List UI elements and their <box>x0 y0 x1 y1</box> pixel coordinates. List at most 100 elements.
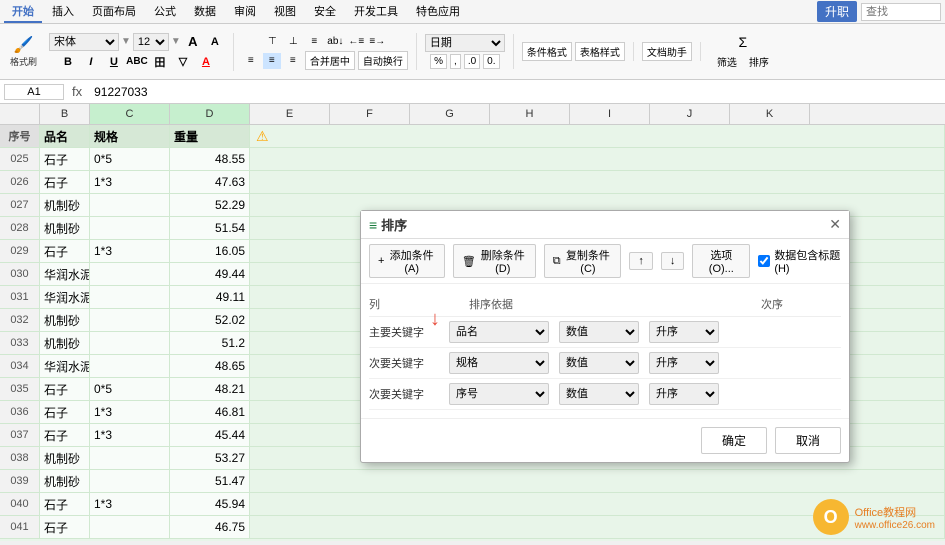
sum-btn[interactable]: Σ <box>713 33 773 51</box>
cell-c[interactable]: 1*3 <box>90 424 170 446</box>
cell-b[interactable]: 石子 <box>40 424 90 446</box>
cell-c[interactable] <box>90 447 170 469</box>
increase-font-btn[interactable]: A <box>183 33 203 51</box>
tab-review[interactable]: 审阅 <box>226 1 264 23</box>
upgrade-button[interactable]: 升职 <box>817 1 857 22</box>
up-btn[interactable]: ↑ <box>629 252 653 270</box>
cell-b[interactable]: 石子 <box>40 171 90 193</box>
add-condition-btn[interactable]: + 添加条件(A) <box>369 244 445 278</box>
cell-b[interactable]: 石子 <box>40 148 90 170</box>
merge-center-btn[interactable]: 合并居中 <box>305 51 355 70</box>
col-header-k[interactable]: K <box>730 104 810 124</box>
cell-b[interactable]: 华润水泥 <box>40 286 90 308</box>
pct-btn[interactable]: % <box>430 54 447 69</box>
cell-b[interactable]: 机制砂 <box>40 217 90 239</box>
header-checkbox[interactable] <box>758 255 770 267</box>
align-left-btn[interactable]: ≡ <box>242 53 260 69</box>
tab-view[interactable]: 视图 <box>266 1 304 23</box>
cond-format-btn[interactable]: 条件格式 <box>522 42 572 61</box>
comma-btn[interactable]: , <box>450 54 461 69</box>
cell-c[interactable] <box>90 286 170 308</box>
down-btn[interactable]: ↓ <box>661 252 685 270</box>
cell-c[interactable] <box>90 355 170 377</box>
align-right-btn[interactable]: ≡ <box>284 53 302 69</box>
sort-row-2-col-select[interactable]: 序号 <box>449 383 549 405</box>
format-brush-button[interactable]: 🖌️ 格式刷 <box>6 33 41 70</box>
col-header-e[interactable]: E <box>250 104 330 124</box>
search-input[interactable] <box>861 3 941 21</box>
cell-d[interactable]: 53.27 <box>170 447 250 469</box>
cell-d[interactable]: 49.11 <box>170 286 250 308</box>
cell-d[interactable]: 52.02 <box>170 309 250 331</box>
delete-condition-btn[interactable]: 🗑 删除条件(D) <box>453 244 536 278</box>
sort-dialog-close-btn[interactable]: ✕ <box>829 216 841 233</box>
font-size-select[interactable]: 12 <box>133 33 169 51</box>
italic-btn[interactable]: I <box>81 53 101 71</box>
col-header-b[interactable]: B <box>40 104 90 124</box>
cell-b[interactable]: 华润水泥 <box>40 355 90 377</box>
cell-c[interactable]: 1*3 <box>90 171 170 193</box>
tab-start[interactable]: 开始 <box>4 1 42 23</box>
options-btn[interactable]: 选项(O)... <box>692 244 750 278</box>
align-bottom-btn[interactable]: ≡ <box>305 33 323 49</box>
cell-d[interactable]: 51.2 <box>170 332 250 354</box>
sort-row-2-order-select[interactable]: 升序 <box>649 383 719 405</box>
cell-d[interactable]: 46.75 <box>170 516 250 538</box>
col-header-h[interactable]: H <box>490 104 570 124</box>
tab-page-layout[interactable]: 页面布局 <box>84 1 144 23</box>
col-header-j[interactable]: J <box>650 104 730 124</box>
indent-decrease-btn[interactable]: ←≡ <box>347 33 365 49</box>
cell-d[interactable]: 48.65 <box>170 355 250 377</box>
sort-row-0-basis-select[interactable]: 数值 <box>559 321 639 343</box>
cell-c[interactable]: 0*5 <box>90 378 170 400</box>
decrease-font-btn[interactable]: A <box>205 33 225 51</box>
cell-c[interactable] <box>90 470 170 492</box>
tab-security[interactable]: 安全 <box>306 1 344 23</box>
cell-c[interactable]: 1*3 <box>90 493 170 515</box>
cell-ref-input[interactable] <box>4 84 64 100</box>
cell-d[interactable]: 47.63 <box>170 171 250 193</box>
cell-b[interactable]: 石子 <box>40 516 90 538</box>
auto-wrap-btn[interactable]: 自动换行 <box>358 51 408 70</box>
sort-row-1-basis-select[interactable]: 数值 <box>559 352 639 374</box>
cell-d[interactable]: 16.05 <box>170 240 250 262</box>
cell-d[interactable]: 51.47 <box>170 470 250 492</box>
cell-d[interactable]: 48.55 <box>170 148 250 170</box>
font-name-select[interactable]: 宋体 <box>49 33 119 51</box>
text-assist-btn[interactable]: 文档助手 <box>642 42 692 61</box>
cell-d[interactable]: 51.54 <box>170 217 250 239</box>
cell-b[interactable]: 石子 <box>40 401 90 423</box>
indent-increase-btn[interactable]: ≡→ <box>368 33 386 49</box>
col-header-c[interactable]: C <box>90 104 170 124</box>
cell-d[interactable]: 46.81 <box>170 401 250 423</box>
cell-c[interactable]: 1*3 <box>90 401 170 423</box>
number-format-select[interactable]: 日期 <box>425 34 505 52</box>
sort-row-0-col-select[interactable]: 品名 <box>449 321 549 343</box>
cell-b[interactable]: 机制砂 <box>40 332 90 354</box>
align-top-btn[interactable]: ⊤ <box>263 33 281 49</box>
align-middle-btn[interactable]: ⊥ <box>284 33 302 49</box>
text-orient-btn[interactable]: ab↓ <box>326 33 344 49</box>
tab-insert[interactable]: 插入 <box>44 1 82 23</box>
sort-row-1-col-select[interactable]: 规格 <box>449 352 549 374</box>
cell-b[interactable]: 石子 <box>40 378 90 400</box>
strikethrough-btn[interactable]: ABC <box>127 53 147 71</box>
decrease-decimal-btn[interactable]: 0. <box>483 54 499 69</box>
cell-d[interactable]: 49.44 <box>170 263 250 285</box>
sort-row-2-basis-select[interactable]: 数值 <box>559 383 639 405</box>
col-header-f[interactable]: F <box>330 104 410 124</box>
font-color-btn[interactable]: A <box>196 53 216 71</box>
tab-dev[interactable]: 开发工具 <box>346 1 406 23</box>
sort-row-0-order-select[interactable]: 升序 <box>649 321 719 343</box>
cell-b[interactable]: 机制砂 <box>40 470 90 492</box>
cell-c[interactable] <box>90 332 170 354</box>
sort-btn[interactable]: 排序 <box>745 53 773 70</box>
underline-btn[interactable]: U <box>104 53 124 71</box>
sort-row-1-order-select[interactable]: 升序 <box>649 352 719 374</box>
cell-c[interactable] <box>90 217 170 239</box>
cell-c[interactable]: 1*3 <box>90 240 170 262</box>
tab-formula[interactable]: 公式 <box>146 1 184 23</box>
cell-b[interactable]: 石子 <box>40 493 90 515</box>
copy-condition-btn[interactable]: ⧉ 复制条件(C) <box>544 244 622 278</box>
tab-data[interactable]: 数据 <box>186 1 224 23</box>
